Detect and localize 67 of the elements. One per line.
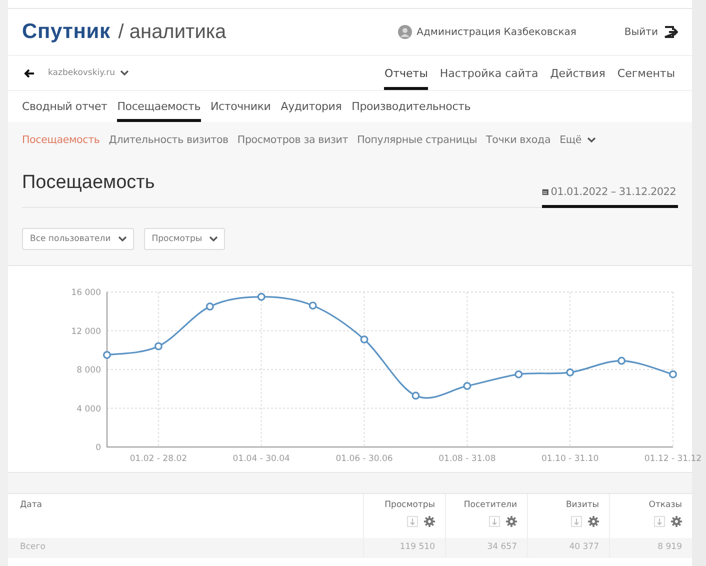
report-tab[interactable]: Производительность xyxy=(352,91,471,122)
back-arrow-icon[interactable] xyxy=(24,68,34,78)
report-tab[interactable]: Источники xyxy=(210,91,271,122)
chevron-icon xyxy=(209,236,218,242)
data-point xyxy=(566,368,574,376)
user-name[interactable]: Администрация Казбековская xyxy=(416,26,576,38)
x-axis-label: 01.12 - 31.12 xyxy=(644,454,702,464)
y-axis-label: 12 000 xyxy=(71,326,101,337)
calendar-icon xyxy=(542,186,549,196)
filter-dropdown[interactable]: Все пользователи xyxy=(22,228,134,250)
column-header: Визиты xyxy=(566,500,599,510)
data-point xyxy=(103,350,111,359)
data-point xyxy=(669,370,677,378)
logout-icon xyxy=(664,26,678,38)
sub-tab[interactable]: Популярные страницы xyxy=(357,134,478,146)
table-cell: 8 919 xyxy=(658,542,682,552)
data-point xyxy=(257,292,266,301)
nav-tab[interactable]: Настройка сайта xyxy=(440,56,538,90)
chevron-icon xyxy=(586,136,596,142)
nav-tab[interactable]: Сегменты xyxy=(617,56,675,90)
chevron-icon xyxy=(120,70,130,76)
page-title: Посещаемость xyxy=(22,172,155,194)
y-axis-label: 8 000 xyxy=(76,366,101,376)
nav-tab[interactable]: Отчеты xyxy=(384,56,428,90)
filter-dropdown[interactable]: Просмотры xyxy=(144,228,226,250)
site-dropdown[interactable]: kazbekovskiy.ru xyxy=(48,68,130,78)
column-header: Дата xyxy=(20,500,42,510)
settings-icon[interactable] xyxy=(424,516,435,527)
report-tab[interactable]: Сводный отчет xyxy=(22,91,108,122)
settings-icon[interactable] xyxy=(588,516,599,527)
section-title: / аналитика xyxy=(118,20,226,44)
data-point xyxy=(412,392,420,400)
report-tab[interactable]: Аудитория xyxy=(280,91,342,122)
table-cell: Всего xyxy=(20,542,46,552)
x-axis-label: 01.02 - 28.02 xyxy=(130,454,188,464)
x-axis-label: 01.06 - 30.06 xyxy=(336,454,393,464)
logout-button[interactable]: Выйти xyxy=(624,26,678,38)
data-point xyxy=(514,370,523,378)
settings-icon[interactable] xyxy=(671,516,682,527)
column-header: Отказы xyxy=(648,500,682,510)
y-axis-label: 4 000 xyxy=(76,404,101,414)
settings-icon[interactable] xyxy=(506,516,517,527)
sub-tab[interactable]: Просмотров за визит xyxy=(237,134,348,146)
logo[interactable]: Спутник xyxy=(22,20,110,44)
avatar-icon xyxy=(398,25,412,39)
y-axis-label: 0 xyxy=(96,443,101,453)
data-point xyxy=(618,356,626,365)
table-cell: 119 510 xyxy=(400,542,435,552)
date-range-picker[interactable]: 01.01.2022 – 31.12.2022 xyxy=(542,178,678,208)
sub-tab[interactable]: Точки входа xyxy=(486,134,551,146)
column-header: Посетители xyxy=(464,500,517,510)
y-axis-label: 16 000 xyxy=(71,288,101,298)
chevron-icon xyxy=(118,236,127,242)
x-axis-label: 01.08 - 31.08 xyxy=(438,454,496,464)
nav-tab[interactable]: Действия xyxy=(550,56,606,90)
table-cell: 40 377 xyxy=(569,542,599,552)
more-dropdown[interactable]: Ещё xyxy=(560,134,596,146)
data-point xyxy=(308,302,317,310)
column-header: Просмотры xyxy=(384,500,435,510)
sub-tab[interactable]: Длительность визитов xyxy=(108,134,228,146)
data-point xyxy=(463,382,472,390)
data-point xyxy=(206,302,214,311)
data-point xyxy=(360,335,368,344)
data-point xyxy=(154,342,162,350)
x-axis-label: 01.10 - 31.10 xyxy=(542,454,599,464)
table-cell: 34 657 xyxy=(487,542,517,552)
x-axis-label: 01.04 - 30.04 xyxy=(232,454,290,464)
